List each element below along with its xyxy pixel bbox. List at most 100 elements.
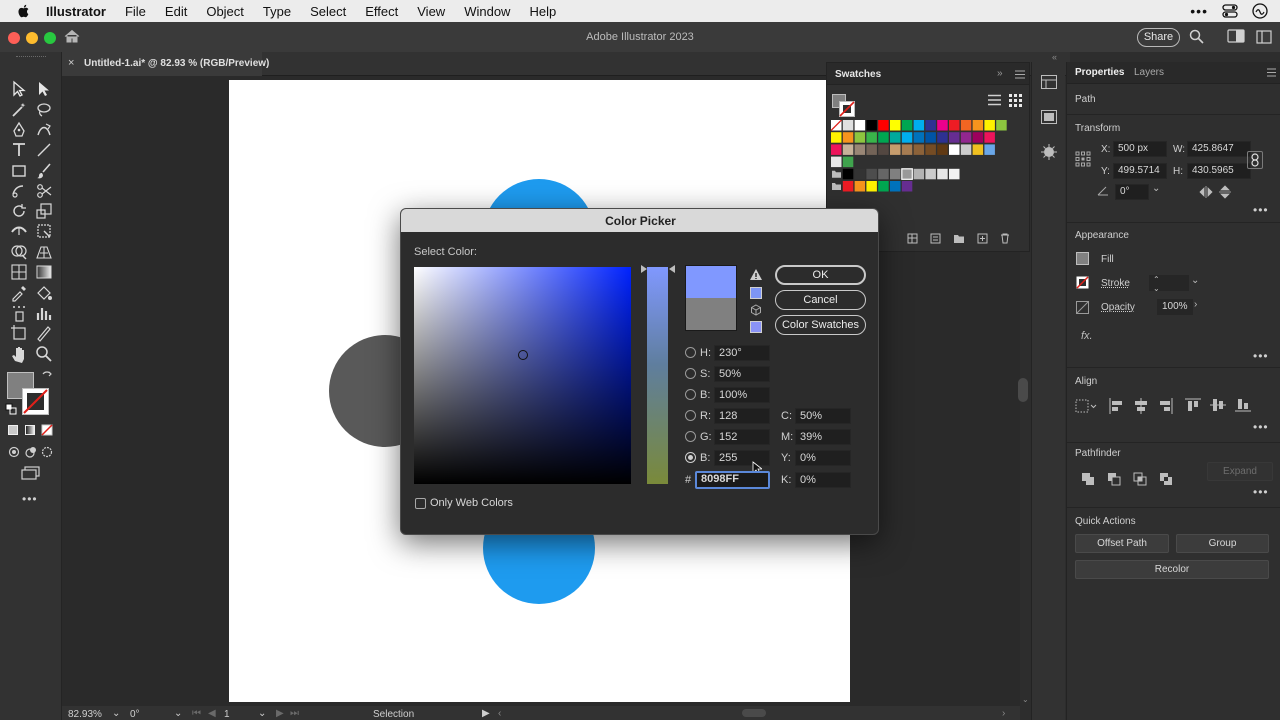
opacity-label[interactable]: Opacity bbox=[1101, 302, 1135, 313]
hue-slider-handle[interactable] bbox=[641, 265, 675, 273]
swatch[interactable] bbox=[960, 132, 972, 143]
constrain-proportions-button[interactable] bbox=[1247, 151, 1263, 169]
menu-file[interactable]: File bbox=[125, 4, 146, 19]
delete-swatch-icon[interactable] bbox=[1000, 233, 1010, 244]
brightness-field[interactable]: 100% bbox=[714, 387, 770, 403]
lasso-tool-icon[interactable] bbox=[35, 101, 53, 119]
gradient-tool-icon[interactable] bbox=[35, 263, 53, 281]
cancel-button[interactable]: Cancel bbox=[775, 290, 866, 310]
swatch[interactable] bbox=[842, 168, 854, 180]
panel-menu-icon[interactable] bbox=[1015, 70, 1025, 79]
color-mode-icon[interactable] bbox=[8, 425, 18, 435]
yellow-field[interactable]: 0% bbox=[795, 450, 851, 466]
more-icon[interactable]: ••• bbox=[1190, 3, 1208, 19]
rotate-tool-icon[interactable] bbox=[10, 202, 28, 220]
tab-properties[interactable]: Properties bbox=[1075, 67, 1124, 78]
swatch[interactable] bbox=[890, 120, 901, 131]
stroke-swatch[interactable] bbox=[22, 388, 49, 415]
swatch[interactable] bbox=[831, 144, 842, 155]
swatch[interactable] bbox=[831, 156, 842, 168]
opacity-dropdown-icon[interactable]: › bbox=[1194, 299, 1197, 310]
swatch[interactable] bbox=[866, 132, 877, 143]
x-field[interactable]: 500 px bbox=[1113, 141, 1167, 157]
next-artboard-icon[interactable]: ▶ bbox=[276, 708, 284, 719]
swatch[interactable] bbox=[925, 168, 936, 180]
only-web-colors-checkbox[interactable] bbox=[415, 498, 426, 509]
swatch[interactable] bbox=[854, 144, 866, 155]
swatches-dock-icon[interactable] bbox=[1041, 75, 1057, 89]
swatch[interactable] bbox=[866, 144, 877, 155]
vertical-align-top-icon[interactable] bbox=[1185, 398, 1201, 412]
type-tool-icon[interactable] bbox=[10, 141, 28, 159]
swatch[interactable] bbox=[960, 144, 972, 155]
close-tab-icon[interactable]: × bbox=[68, 57, 74, 69]
hue-radio[interactable] bbox=[685, 347, 696, 358]
new-color-group-icon[interactable] bbox=[953, 233, 965, 244]
rectangle-tool-icon[interactable] bbox=[10, 162, 28, 180]
menu-app-name[interactable]: Illustrator bbox=[46, 4, 106, 19]
swatch[interactable] bbox=[890, 144, 901, 155]
artboard-tool-icon[interactable] bbox=[10, 324, 28, 342]
swatch[interactable] bbox=[878, 132, 889, 143]
default-fill-stroke-icon[interactable] bbox=[5, 403, 17, 415]
hue-slider[interactable] bbox=[647, 267, 668, 484]
screen-mode-icon[interactable] bbox=[21, 466, 41, 480]
artboard-dropdown-icon[interactable]: ⌄ bbox=[258, 708, 266, 719]
fill-color-swatch[interactable] bbox=[1076, 252, 1089, 265]
swatch[interactable] bbox=[925, 144, 936, 155]
swatch[interactable] bbox=[901, 144, 913, 155]
draw-normal-icon[interactable] bbox=[8, 446, 20, 458]
stroke-weight-stepper-icon[interactable]: ⌃ ⌄ bbox=[1153, 275, 1160, 293]
rotation-value[interactable]: 0° bbox=[130, 709, 140, 720]
swatch[interactable] bbox=[901, 120, 913, 131]
original-color-preview[interactable] bbox=[685, 298, 737, 331]
control-center-icon[interactable] bbox=[1222, 4, 1238, 18]
swatch[interactable] bbox=[854, 132, 866, 143]
eyedropper-tool-icon[interactable] bbox=[10, 284, 28, 302]
unite-icon[interactable] bbox=[1081, 472, 1095, 486]
saturation-radio[interactable] bbox=[685, 368, 696, 379]
swatch[interactable] bbox=[972, 144, 984, 155]
shape-builder-tool-icon[interactable] bbox=[10, 243, 28, 261]
swatch[interactable] bbox=[878, 120, 889, 131]
swatch[interactable] bbox=[831, 132, 842, 143]
saturation-brightness-field[interactable] bbox=[414, 267, 631, 484]
green-field[interactable]: 152 bbox=[714, 429, 770, 445]
scroll-right-icon[interactable]: › bbox=[1002, 708, 1005, 719]
swatch[interactable] bbox=[866, 168, 877, 180]
red-field[interactable]: 128 bbox=[714, 408, 770, 424]
selection-tool-icon[interactable] bbox=[10, 80, 28, 98]
search-icon[interactable] bbox=[1189, 29, 1204, 44]
draw-inside-icon[interactable] bbox=[41, 446, 53, 458]
swatch[interactable] bbox=[901, 168, 913, 180]
rotation-dropdown-icon[interactable]: ⌄ bbox=[174, 708, 182, 719]
swatch[interactable] bbox=[913, 168, 925, 180]
menu-window[interactable]: Window bbox=[464, 4, 510, 19]
group-button[interactable]: Group bbox=[1176, 534, 1269, 553]
swatch[interactable] bbox=[913, 132, 925, 143]
swatch[interactable] bbox=[960, 120, 972, 131]
scroll-left-icon[interactable]: ‹ bbox=[498, 708, 501, 719]
hex-field[interactable]: 8098FF bbox=[695, 471, 770, 489]
properties-menu-icon[interactable] bbox=[1267, 68, 1276, 77]
free-transform-tool-icon[interactable] bbox=[35, 222, 53, 240]
appearance-more-icon[interactable]: ••• bbox=[1253, 349, 1269, 363]
artboard-number[interactable]: 1 bbox=[224, 709, 230, 720]
recolor-button[interactable]: Recolor bbox=[1075, 560, 1269, 579]
w-field[interactable]: 425.8647 bbox=[1187, 141, 1251, 157]
zoom-dropdown-icon[interactable]: ⌄ bbox=[112, 708, 120, 719]
arrange-documents-icon[interactable] bbox=[1256, 30, 1272, 44]
ok-button[interactable]: OK bbox=[775, 265, 866, 285]
symbols-dock-icon[interactable] bbox=[1041, 144, 1057, 160]
workspace-switcher-icon[interactable] bbox=[1227, 28, 1245, 44]
flip-horizontal-icon[interactable] bbox=[1199, 186, 1213, 198]
intersect-icon[interactable] bbox=[1133, 472, 1147, 486]
menu-edit[interactable]: Edit bbox=[165, 4, 187, 19]
swatch[interactable] bbox=[913, 144, 925, 155]
swatch[interactable] bbox=[925, 120, 936, 131]
flip-vertical-icon[interactable] bbox=[1219, 185, 1231, 199]
first-artboard-icon[interactable]: ⏮ bbox=[192, 708, 201, 719]
color-picker-cursor[interactable] bbox=[518, 350, 528, 360]
menu-type[interactable]: Type bbox=[263, 4, 291, 19]
menu-view[interactable]: View bbox=[417, 4, 445, 19]
